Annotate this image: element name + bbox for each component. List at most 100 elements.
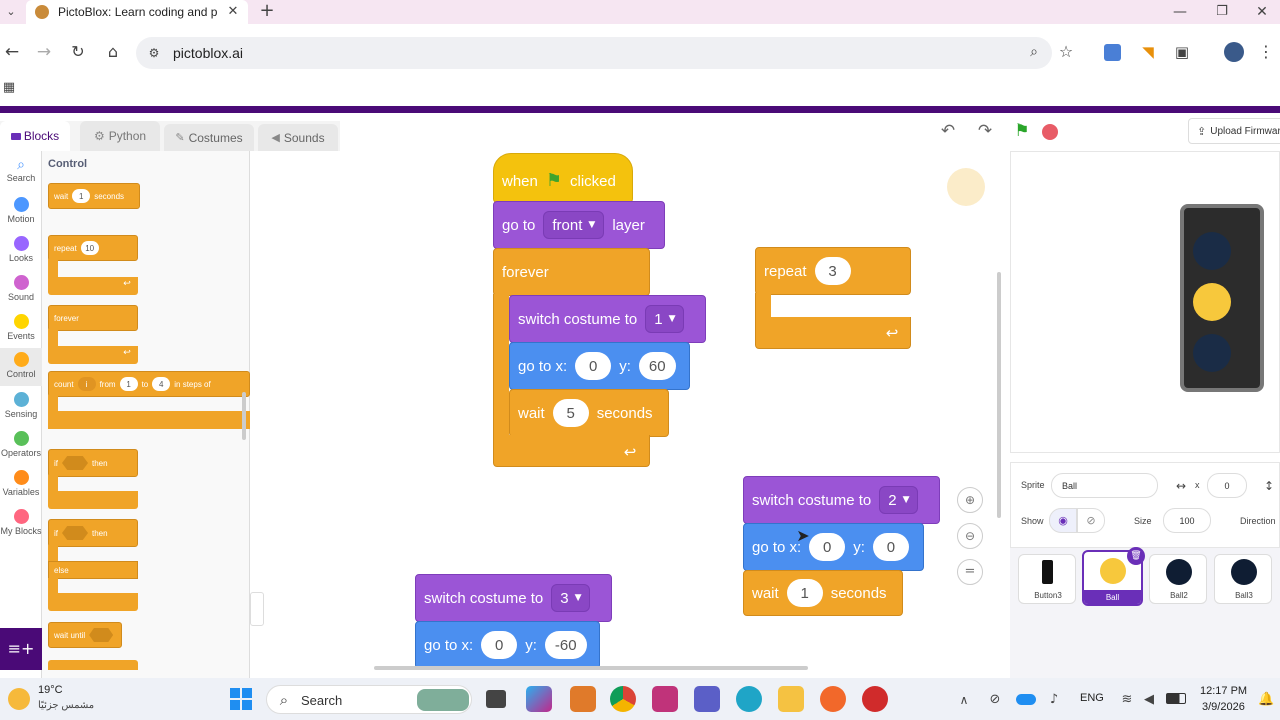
profile-avatar[interactable] <box>1224 42 1244 62</box>
costume-dropdown-3[interactable]: 3 ▼ <box>551 584 591 612</box>
clock-time[interactable]: 12:17 PM <box>1200 685 1247 697</box>
costume-dropdown-1[interactable]: 1 ▼ <box>645 305 685 333</box>
zoom-icon[interactable]: ⌕ <box>1024 42 1044 62</box>
volume-icon[interactable]: ◀ <box>1140 690 1158 710</box>
go-to-xy-block-1[interactable]: go to x: 0 y: 60 <box>509 342 690 390</box>
tab-costumes[interactable]: ✎ Costumes <box>164 124 254 151</box>
costume-dropdown-2[interactable]: 2 ▼ <box>879 486 919 514</box>
task-view-icon[interactable] <box>486 690 506 708</box>
palette-repeat-block[interactable]: repeat 10 <box>48 235 138 261</box>
palette-wait-until-block[interactable]: wait until <box>48 622 122 648</box>
network-off-icon[interactable]: ⊘ <box>986 690 1004 710</box>
sprite-card-button3[interactable]: Button3 <box>1018 554 1076 604</box>
go-to-xy-block-2[interactable]: go to x: 0 y: 0 <box>743 523 924 571</box>
notifications-icon[interactable]: 🔔 <box>1258 690 1274 710</box>
palette-count-block[interactable]: count i from 1 to 4 in steps of <box>48 371 250 397</box>
chrome-icon[interactable] <box>610 686 636 712</box>
category-my-blocks[interactable]: My Blocks <box>0 509 42 536</box>
close-window-icon[interactable]: ✕ <box>1252 2 1272 22</box>
teams-icon[interactable] <box>694 686 720 712</box>
show-visible-button[interactable]: ◉ <box>1049 508 1077 533</box>
x-input[interactable]: 0 <box>481 631 518 659</box>
palette-wait-input[interactable]: 1 <box>72 189 91 203</box>
back-icon[interactable]: ← <box>2 42 22 62</box>
palette-repeat-input[interactable]: 10 <box>80 241 99 255</box>
firefox-icon[interactable] <box>820 686 846 712</box>
tray-overflow-icon[interactable]: ∧ <box>956 690 972 710</box>
go-to-layer-block[interactable]: go to front ▼ layer <box>493 201 665 249</box>
photos-icon[interactable] <box>570 686 596 712</box>
extensions-icon[interactable]: ▣ <box>1172 42 1192 62</box>
input-language[interactable]: ENG <box>1080 692 1104 704</box>
zoom-out-button[interactable]: ⊖ <box>957 523 983 549</box>
tab-blocks[interactable]: Blocks <box>0 121 70 151</box>
switch-costume-block-1[interactable]: switch costume to 1 ▼ <box>509 295 706 343</box>
repeat-block[interactable]: repeat 3 <box>755 247 911 295</box>
delete-sprite-button[interactable]: 🗑 <box>1127 547 1145 565</box>
close-tab-icon[interactable]: ✕ <box>224 2 242 22</box>
maximize-icon[interactable]: ❐ <box>1212 2 1232 22</box>
stop-icon[interactable] <box>1042 124 1058 140</box>
y-input[interactable]: -60 <box>544 631 587 659</box>
file-explorer-icon[interactable] <box>778 686 804 712</box>
y-input[interactable]: 0 <box>872 533 909 561</box>
tab-sounds[interactable]: ◀ Sounds <box>258 124 338 151</box>
palette-wait-until-slot[interactable] <box>89 628 114 642</box>
sprite-card-ball2[interactable]: Ball2 <box>1149 554 1207 604</box>
layer-dropdown[interactable]: front ▼ <box>543 211 605 239</box>
category-motion[interactable]: Motion <box>0 197 42 224</box>
browser-tab[interactable]: PictoBlox: Learn coding and pro ✕ <box>26 0 248 24</box>
palette-if-block[interactable]: if then <box>48 449 138 477</box>
home-icon[interactable]: ⌂ <box>102 42 124 62</box>
translate-icon[interactable] <box>1104 44 1121 61</box>
palette-resize-handle[interactable] <box>250 592 264 626</box>
weather-widget[interactable]: 19°C مشمس جزئيًا <box>6 684 106 716</box>
palette-count-var[interactable]: i <box>77 377 96 391</box>
show-hidden-button[interactable]: ⊘ <box>1077 508 1105 533</box>
clock-date[interactable]: 3/9/2026 <box>1202 701 1245 713</box>
bookmark-star-icon[interactable]: ☆ <box>1056 42 1076 62</box>
zoom-in-button[interactable]: ⊕ <box>957 487 983 513</box>
workspace-horizontal-scrollbar[interactable] <box>374 666 808 670</box>
x-input[interactable]: 0 <box>809 533 846 561</box>
category-variables[interactable]: Variables <box>0 470 42 497</box>
battery-icon[interactable] <box>1166 693 1186 704</box>
edge-icon[interactable] <box>736 686 762 712</box>
upload-firmware-button[interactable]: ⇪ Upload Firmwar <box>1188 118 1280 144</box>
size-input[interactable]: 100 <box>1163 508 1211 533</box>
x-input[interactable]: 0 <box>575 352 612 380</box>
category-search[interactable]: ⌕ Search <box>0 157 42 183</box>
wifi-icon[interactable]: ≋ <box>1118 690 1136 710</box>
taskbar-search[interactable]: ⌕ Search <box>266 685 472 714</box>
rss-icon[interactable]: ◥ <box>1138 42 1158 62</box>
start-button[interactable] <box>230 688 252 710</box>
apps-grid-icon[interactable]: ▦ <box>0 78 18 98</box>
palette-scrollbar[interactable] <box>242 392 246 440</box>
category-looks[interactable]: Looks <box>0 236 42 263</box>
undo-icon[interactable]: ↶ <box>938 121 958 141</box>
green-flag-icon[interactable]: ⚑ <box>1012 121 1032 141</box>
reload-icon[interactable]: ↻ <box>68 42 88 62</box>
category-control[interactable]: Control <box>0 348 42 386</box>
y-input[interactable]: 60 <box>638 352 676 380</box>
zoom-reset-button[interactable]: = <box>957 559 983 585</box>
forward-icon[interactable]: → <box>34 42 54 62</box>
x-position-input[interactable]: 0 <box>1207 473 1247 498</box>
wait-block-1[interactable]: wait 5 seconds <box>509 389 669 437</box>
go-to-xy-block-3[interactable]: go to x: 0 y: -60 <box>415 621 600 669</box>
pictoblox-app-icon[interactable] <box>862 686 888 712</box>
tab-list-icon[interactable]: ⌄ <box>2 2 20 22</box>
onedrive-icon[interactable] <box>1016 694 1036 705</box>
repeat-count-input[interactable]: 3 <box>814 257 851 285</box>
category-events[interactable]: Events <box>0 314 42 341</box>
browser-menu-icon[interactable]: ⋮ <box>1258 42 1274 62</box>
palette-count-to-input[interactable]: 4 <box>152 377 171 391</box>
palette-wait-block[interactable]: wait 1 seconds <box>48 183 140 209</box>
category-sound[interactable]: Sound <box>0 275 42 302</box>
minimize-icon[interactable]: — <box>1170 2 1190 22</box>
category-operators[interactable]: Operators <box>0 431 42 458</box>
wait-seconds-input[interactable]: 5 <box>552 399 589 427</box>
palette-if-else-condition-slot[interactable] <box>62 526 88 540</box>
category-sensing[interactable]: Sensing <box>0 392 42 419</box>
tab-python[interactable]: ⚙ Python <box>80 121 160 151</box>
